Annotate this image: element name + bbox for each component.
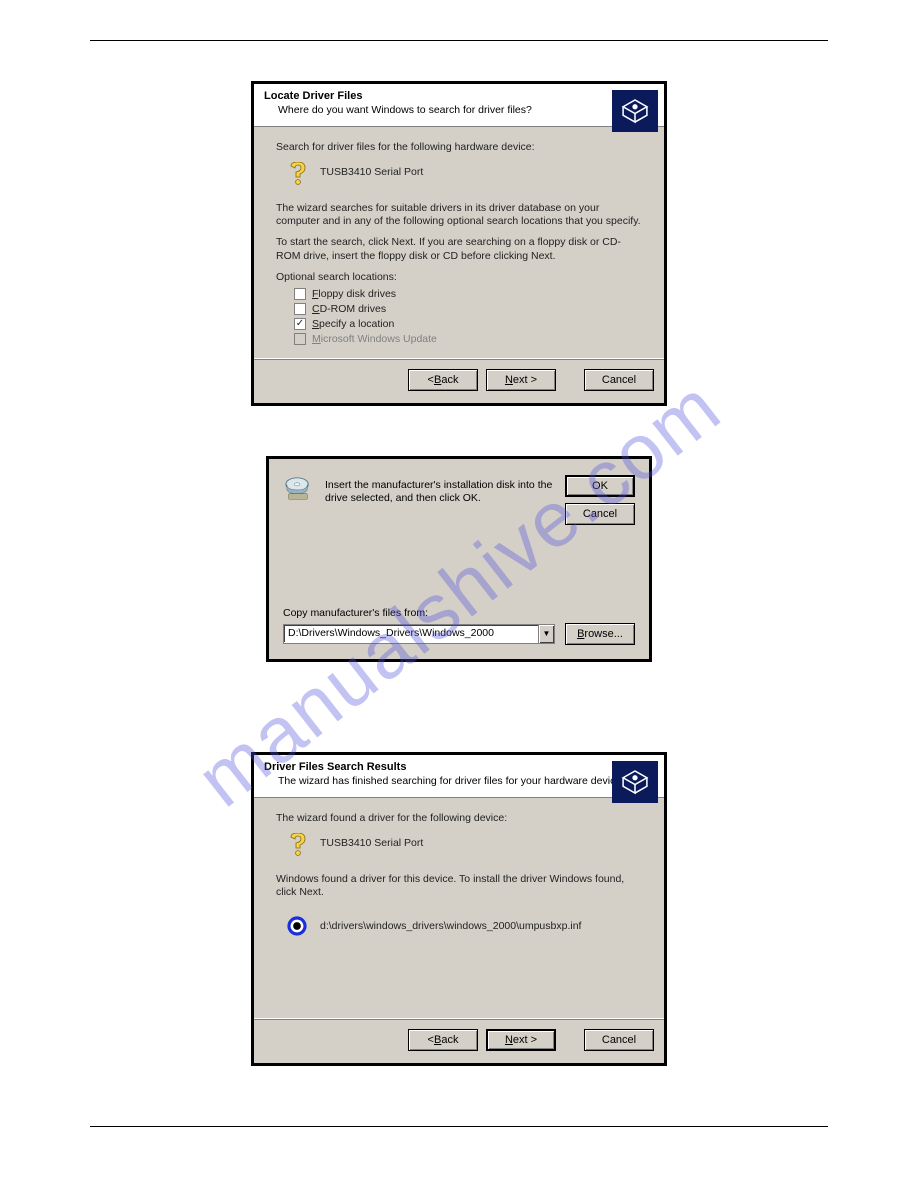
page-bottom-rule — [90, 1126, 828, 1127]
ok-button[interactable]: OK — [565, 475, 635, 497]
page-top-rule — [90, 40, 828, 41]
disc-icon — [283, 475, 313, 503]
question-mark-icon — [286, 162, 310, 188]
dialog-subtitle: Where do you want Windows to search for … — [278, 104, 654, 116]
search-prompt: Search for driver files for the followin… — [276, 141, 642, 154]
button-bar: < Back Next > Cancel — [254, 358, 664, 403]
back-button[interactable]: < Back — [408, 1029, 478, 1051]
checkbox-icon — [294, 333, 306, 345]
checkbox-icon: ✓ — [294, 318, 306, 330]
checkbox-specify-location[interactable]: ✓ Specify a location — [294, 318, 642, 330]
chevron-down-icon[interactable]: ▼ — [538, 625, 554, 643]
dialog-body: Search for driver files for the followin… — [254, 127, 664, 358]
path-value: D:\Drivers\Windows_Drivers\Windows_2000 — [284, 625, 538, 643]
locate-driver-files-dialog: Locate Driver Files Where do you want Wi… — [251, 81, 667, 406]
checkbox-windows-update: Microsoft Windows Update — [294, 333, 642, 345]
next-button[interactable]: Next > — [486, 1029, 556, 1051]
copy-from-label: Copy manufacturer's files from: — [283, 607, 635, 619]
device-name: TUSB3410 Serial Port — [320, 162, 423, 178]
wizard-icon — [612, 90, 658, 132]
insert-disk-message: Insert the manufacturer's installation d… — [325, 475, 553, 506]
checkbox-label: Microsoft Windows Update — [312, 333, 437, 345]
wizard-description-2: To start the search, click Next. If you … — [276, 236, 642, 262]
dialog-subtitle: The wizard has finished searching for dr… — [278, 775, 654, 787]
checkbox-label: Specify a location — [312, 318, 394, 330]
checkbox-floppy[interactable]: Floppy disk drives — [294, 288, 642, 300]
browse-button[interactable]: Browse... — [565, 623, 635, 645]
dialog-title: Driver Files Search Results — [264, 761, 654, 773]
path-combobox[interactable]: D:\Drivers\Windows_Drivers\Windows_2000 … — [283, 624, 555, 644]
cancel-button[interactable]: Cancel — [584, 1029, 654, 1051]
checkbox-icon — [294, 288, 306, 300]
dialog-body: The wizard found a driver for the follow… — [254, 798, 664, 1018]
back-button[interactable]: < Back — [408, 369, 478, 391]
found-prompt: The wizard found a driver for the follow… — [276, 812, 642, 825]
dialog-title: Locate Driver Files — [264, 90, 654, 102]
install-prompt: Windows found a driver for this device. … — [276, 873, 642, 899]
checkbox-icon — [294, 303, 306, 315]
dialog-header: Locate Driver Files Where do you want Wi… — [254, 84, 664, 127]
question-mark-icon — [286, 833, 310, 859]
checkbox-cdrom[interactable]: CD-ROM drives — [294, 303, 642, 315]
wizard-description-1: The wizard searches for suitable drivers… — [276, 202, 642, 228]
dialog-body: Insert the manufacturer's installation d… — [269, 459, 649, 659]
inf-file-path: d:\drivers\windows_drivers\windows_2000\… — [320, 920, 581, 932]
search-results-dialog: Driver Files Search Results The wizard h… — [251, 752, 667, 1066]
dialog-header: Driver Files Search Results The wizard h… — [254, 755, 664, 798]
insert-disk-dialog: Insert the manufacturer's installation d… — [266, 456, 652, 662]
button-bar: < Back Next > Cancel — [254, 1018, 664, 1063]
device-name: TUSB3410 Serial Port — [320, 833, 423, 849]
target-icon — [286, 915, 308, 937]
checkbox-label: CD-ROM drives — [312, 303, 386, 315]
optional-locations-label: Optional search locations: — [276, 271, 642, 284]
next-button[interactable]: Next > — [486, 369, 556, 391]
wizard-icon — [612, 761, 658, 803]
cancel-button[interactable]: Cancel — [565, 503, 635, 525]
cancel-button[interactable]: Cancel — [584, 369, 654, 391]
checkbox-label: Floppy disk drives — [312, 288, 396, 300]
